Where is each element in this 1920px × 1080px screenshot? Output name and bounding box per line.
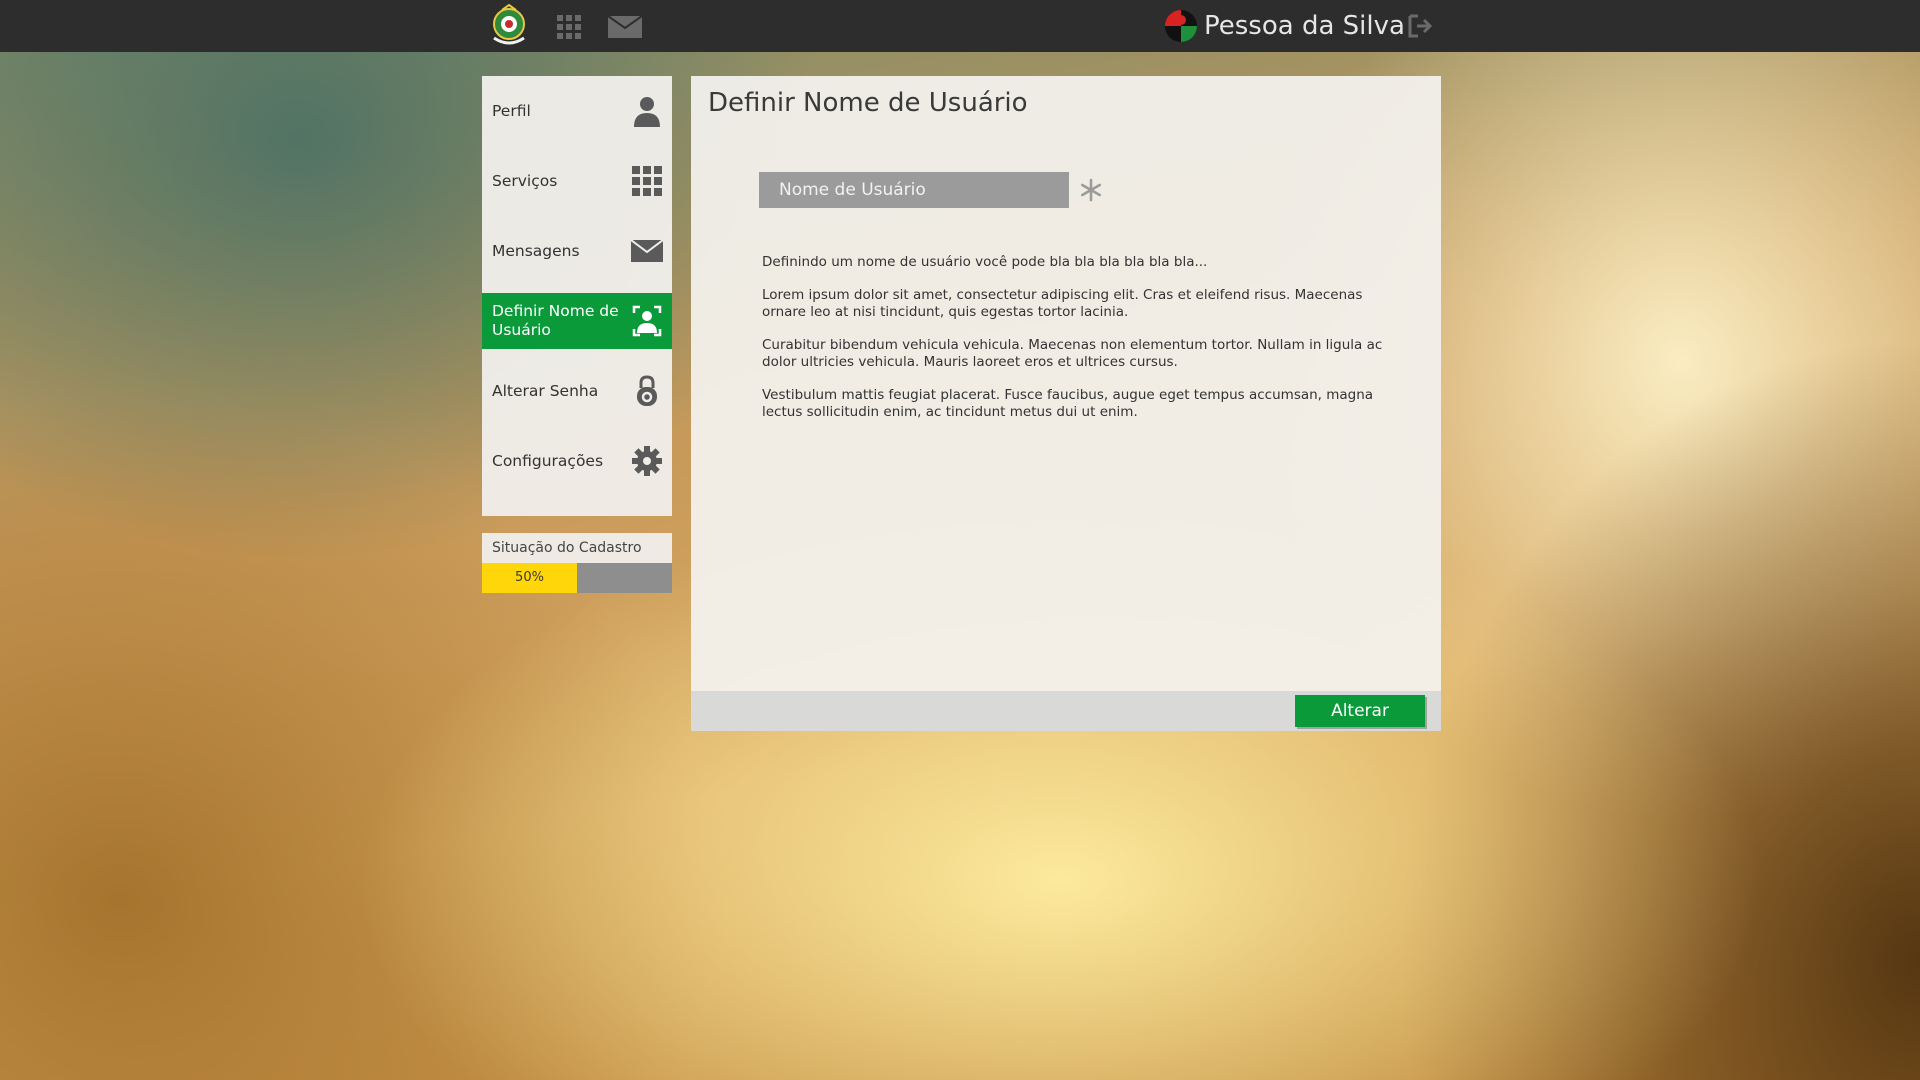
paragraph: Definindo um nome de usuário você pode b… xyxy=(762,254,1208,270)
user-avatar-icon xyxy=(1165,10,1197,42)
paragraph: Curabitur bibendum vehicula vehicula. Ma… xyxy=(762,337,1383,370)
sidebar-item-label: Alterar Senha xyxy=(492,381,599,400)
envelope-icon xyxy=(630,234,664,268)
mail-icon[interactable] xyxy=(608,16,642,38)
sidebar-menu: Perfil Serviços Mensagens Definir Nome d… xyxy=(482,76,672,516)
sidebar-item-label: Definir Nome de Usuário xyxy=(492,302,619,339)
sidebar-item-configuracoes[interactable]: Configurações xyxy=(482,426,672,496)
sidebar-item-servicos[interactable]: Serviços xyxy=(482,146,672,216)
padlock-icon xyxy=(630,374,664,408)
crest-logo-icon[interactable] xyxy=(488,4,530,48)
sidebar-item-definir-nome-usuario[interactable]: Definir Nome de Usuário xyxy=(482,293,672,349)
progress-bar: 50% xyxy=(482,563,672,593)
panel-footer: Alterar xyxy=(691,691,1441,731)
alterar-button[interactable]: Alterar xyxy=(1295,695,1425,727)
description-text: Definindo um nome de usuário você pode b… xyxy=(762,254,1402,437)
status-title: Situação do Cadastro xyxy=(482,533,672,563)
apps-grid-icon[interactable] xyxy=(557,15,581,39)
paragraph: Vestibulum mattis feugiat placerat. Fusc… xyxy=(762,387,1374,420)
sidebar-item-mensagens[interactable]: Mensagens xyxy=(482,216,672,286)
paragraph: Lorem ipsum dolor sit amet, consectetur … xyxy=(762,287,1363,320)
grid-icon xyxy=(630,164,664,198)
user-name[interactable]: Pessoa da Silva xyxy=(1204,8,1405,44)
required-asterisk-icon xyxy=(1080,178,1102,202)
username-input[interactable] xyxy=(759,172,1069,208)
logout-icon[interactable] xyxy=(1408,14,1434,38)
progress-fill: 50% xyxy=(482,563,577,593)
registration-status: Situação do Cadastro 50% xyxy=(482,533,672,593)
page-title: Definir Nome de Usuário xyxy=(708,88,1028,118)
user-icon xyxy=(630,94,664,128)
sidebar-item-alterar-senha[interactable]: Alterar Senha xyxy=(482,356,672,426)
sidebar-item-label: Configurações xyxy=(492,451,604,470)
gear-icon xyxy=(630,444,664,478)
sidebar-item-label: Mensagens xyxy=(492,241,580,260)
sidebar-item-label: Perfil xyxy=(492,101,531,120)
sidebar-item-label: Serviços xyxy=(492,171,558,190)
sidebar-item-perfil[interactable]: Perfil xyxy=(482,76,672,146)
main-panel: Definir Nome de Usuário Definindo um nom… xyxy=(691,76,1441,731)
top-bar: Pessoa da Silva xyxy=(0,0,1920,52)
user-frame-icon xyxy=(630,304,664,338)
